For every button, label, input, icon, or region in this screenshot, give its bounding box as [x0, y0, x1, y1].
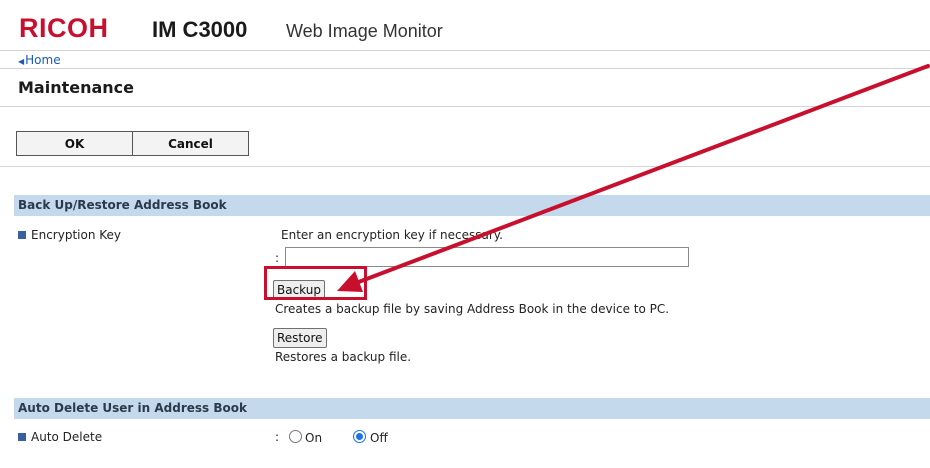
auto-delete-off-radio[interactable] [353, 430, 366, 443]
cancel-button[interactable]: Cancel [132, 132, 248, 155]
restore-button[interactable]: Restore [273, 328, 327, 348]
section-header-auto-delete: Auto Delete User in Address Book [14, 398, 930, 419]
backup-highlight-box [264, 266, 367, 300]
title-divider [0, 106, 930, 107]
ricoh-logo: RICOH [19, 13, 109, 43]
home-link-label: Home [25, 53, 61, 67]
auto-delete-on-label: On [305, 431, 323, 445]
bullet-icon [18, 231, 26, 239]
model-name: IM C3000 [152, 17, 248, 42]
home-link[interactable]: ◀Home [18, 53, 61, 69]
breadcrumb-divider [0, 68, 930, 69]
auto-delete-label-text: Auto Delete [31, 430, 103, 444]
product-name: Web Image Monitor [286, 21, 443, 41]
encryption-key-input[interactable] [285, 247, 689, 267]
app-header: RICOH IM C3000 Web Image Monitor [0, 0, 930, 50]
bullet-icon [18, 433, 26, 441]
header-divider [0, 50, 930, 51]
auto-delete-colon: : [275, 430, 280, 444]
backup-description: Creates a backup file by saving Address … [275, 302, 670, 316]
auto-delete-label: Auto Delete [18, 430, 102, 444]
encryption-hint: Enter an encryption key if necessary. [281, 228, 503, 242]
action-button-bar: OK Cancel [16, 131, 249, 156]
auto-delete-off-label: Off [370, 431, 388, 445]
encryption-key-label: Encryption Key [18, 228, 121, 242]
section-header-backup-restore: Back Up/Restore Address Book [14, 195, 930, 216]
actions-divider [0, 166, 930, 167]
auto-delete-on-radio[interactable] [289, 430, 302, 443]
restore-description: Restores a backup file. [275, 350, 412, 364]
encryption-key-label-text: Encryption Key [31, 228, 121, 242]
page-title: Maintenance [18, 78, 135, 97]
ok-button[interactable]: OK [17, 132, 132, 155]
back-arrow-icon: ◀ [18, 57, 25, 66]
encryption-key-colon: : [275, 251, 280, 265]
